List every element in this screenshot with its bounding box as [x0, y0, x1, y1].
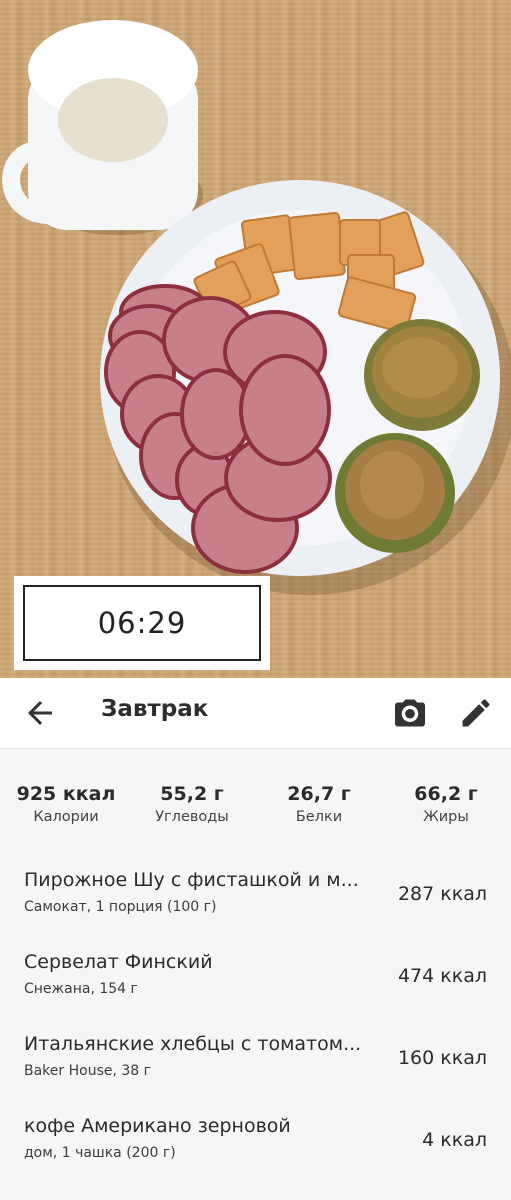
- food-item-details: дом, 1 чашка (200 г): [24, 1145, 176, 1161]
- carbs-value: 55,2 г: [160, 783, 224, 805]
- fat-label: Жиры: [423, 809, 469, 825]
- calories-value: 925 ккал: [16, 783, 116, 805]
- calories-summary: 925 ккал Калории: [6, 783, 126, 825]
- protein-value: 26,7 г: [287, 783, 351, 805]
- protein-summary: 26,7 г Белки: [259, 783, 379, 825]
- protein-label: Белки: [295, 809, 343, 825]
- food-item-calories: 4 ккал: [422, 1129, 487, 1151]
- camera-icon: [395, 699, 425, 727]
- food-item-details: Baker House, 38 г: [24, 1063, 152, 1079]
- app-bar: Завтрак: [0, 678, 511, 749]
- food-item-name: кофе Американо зерновой: [24, 1115, 291, 1137]
- nutrition-summary: 925 ккал Калории 55,2 г Углеводы 26,7 г …: [0, 783, 511, 833]
- camera-button[interactable]: [392, 695, 428, 731]
- food-item-calories: 160 ккал: [397, 1047, 487, 1069]
- meal-photo: 06:29: [0, 0, 511, 678]
- page-title: Завтрак: [101, 696, 209, 722]
- time-overlay: 06:29: [14, 576, 270, 670]
- back-button[interactable]: [22, 695, 58, 731]
- food-item-details: Снежана, 154 г: [24, 981, 138, 997]
- arrow-back-icon: [28, 701, 52, 725]
- calories-label: Калории: [33, 809, 99, 825]
- food-item[interactable]: Сервелат Финский Снежана, 154 г 474 ккал: [0, 951, 511, 1023]
- food-item[interactable]: Итальянские хлебцы с томатом... Baker Ho…: [0, 1033, 511, 1105]
- pencil-icon: [462, 699, 490, 727]
- food-item-details: Самокат, 1 порция (100 г): [24, 899, 217, 915]
- food-item-calories: 474 ккал: [397, 965, 487, 987]
- carbs-label: Углеводы: [155, 809, 229, 825]
- meal-details: 925 ккал Калории 55,2 г Углеводы 26,7 г …: [0, 749, 511, 1200]
- fat-value: 66,2 г: [414, 783, 478, 805]
- meal-time: 06:29: [23, 585, 261, 661]
- food-item-name: Сервелат Финский: [24, 951, 213, 973]
- carbs-summary: 55,2 г Углеводы: [132, 783, 252, 825]
- fat-summary: 66,2 г Жиры: [386, 783, 506, 825]
- food-item-name: Итальянские хлебцы с томатом...: [24, 1033, 362, 1055]
- food-item[interactable]: Пирожное Шу с фисташкой и м... Самокат, …: [0, 869, 511, 941]
- food-item[interactable]: кофе Американо зерновой дом, 1 чашка (20…: [0, 1115, 511, 1187]
- edit-button[interactable]: [458, 695, 494, 731]
- food-item-name: Пирожное Шу с фисташкой и м...: [24, 869, 359, 891]
- food-item-calories: 287 ккал: [397, 883, 487, 905]
